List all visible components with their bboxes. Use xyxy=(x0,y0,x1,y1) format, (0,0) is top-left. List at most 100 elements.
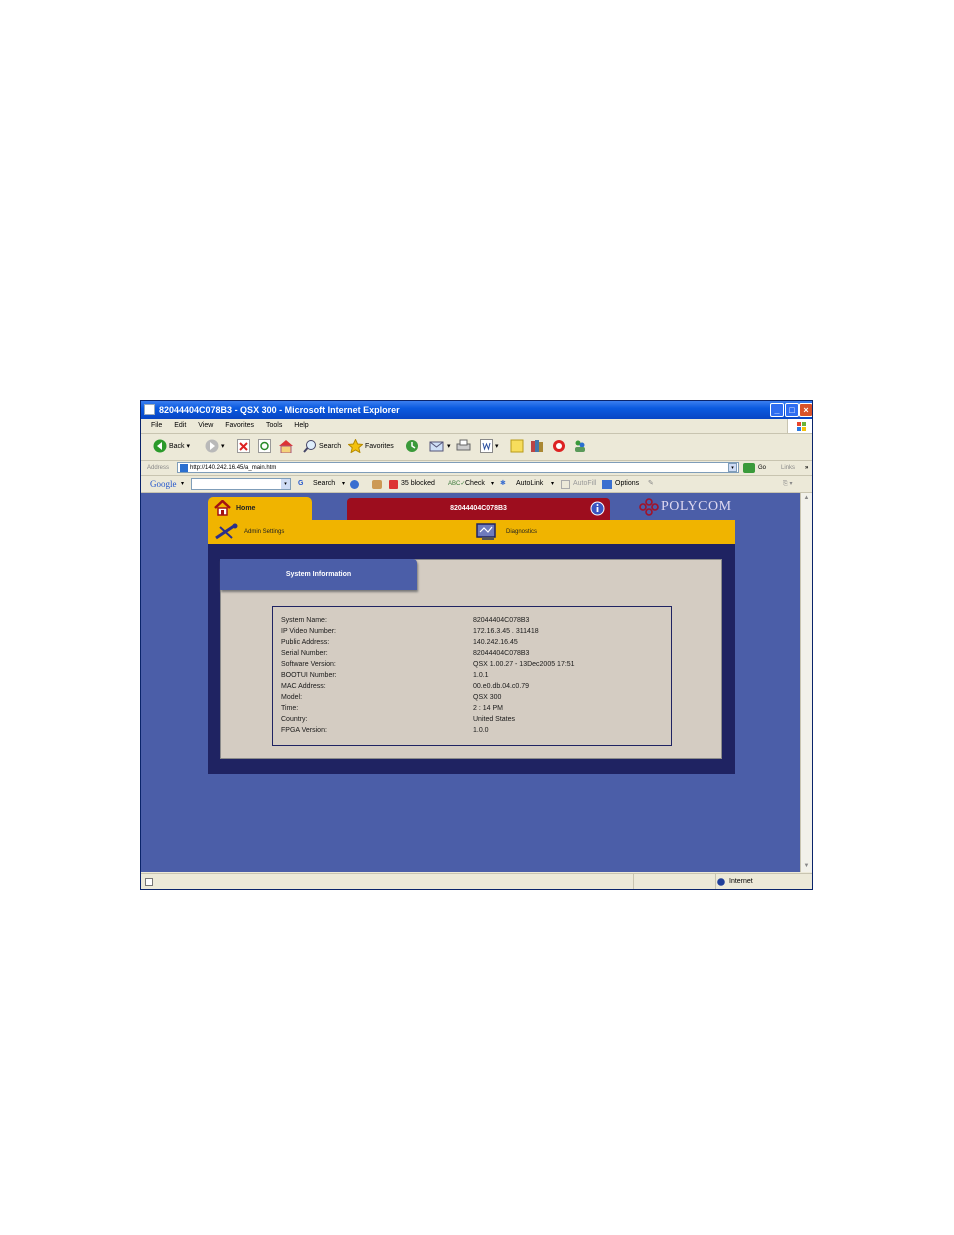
info-label: System Name: xyxy=(281,617,327,624)
scroll-down-icon[interactable]: ▼ xyxy=(801,861,812,872)
menu-favorites[interactable]: Favorites xyxy=(225,422,254,429)
search-dropdown-icon[interactable]: ▾ xyxy=(342,476,345,492)
info-row: Software Version: QSX 1.00.27 - 13Dec2005… xyxy=(281,659,661,670)
check-dropdown-icon[interactable]: ▾ xyxy=(491,476,494,492)
section-tab-system-information[interactable]: System Information xyxy=(220,559,417,590)
printer-icon xyxy=(456,439,471,451)
google-toolbar: Google ▾ ▾ G Search ▾ 35 blocked ABC✓ Ch… xyxy=(141,476,812,493)
links-button[interactable]: Links xyxy=(781,461,795,475)
info-label: Country: xyxy=(281,716,308,723)
autolink-icon: ✱ xyxy=(500,480,506,487)
windows-flag-icon xyxy=(787,419,812,433)
google-logo[interactable]: Google xyxy=(150,476,177,492)
note-button[interactable] xyxy=(510,439,524,455)
forward-arrow-icon xyxy=(205,439,219,453)
favorites-star-icon xyxy=(348,439,363,454)
refresh-icon xyxy=(258,439,271,454)
messenger-red-button[interactable] xyxy=(552,439,566,455)
autofill-button[interactable]: AutoFill xyxy=(573,476,596,492)
back-arrow-icon xyxy=(153,439,167,453)
menu-edit[interactable]: Edit xyxy=(174,422,186,429)
popup-blocked-count[interactable]: 35 blocked xyxy=(401,476,435,492)
autolink-button[interactable]: AutoLink xyxy=(516,476,543,492)
main-panel: System Information System Name: 82044404C… xyxy=(208,544,735,774)
back-button[interactable]: Back ▾ xyxy=(153,439,190,455)
system-info-panel: System Information System Name: 82044404C… xyxy=(220,559,722,759)
google-g-icon: G xyxy=(298,480,304,487)
google-menu-icon[interactable]: ▾ xyxy=(181,476,184,492)
google-search-input[interactable] xyxy=(191,478,291,490)
title-bar[interactable]: 82044404C078B3 - QSX 300 - Microsoft Int… xyxy=(141,401,812,419)
mail-button[interactable]: ▾ xyxy=(429,439,450,455)
info-icon[interactable] xyxy=(590,501,605,516)
menu-view[interactable]: View xyxy=(198,422,213,429)
system-tab-label: 82044404C078B3 xyxy=(450,505,507,512)
autolink-dropdown-icon[interactable]: ▾ xyxy=(551,476,554,492)
mail-icon xyxy=(429,441,444,452)
info-value: 00.e0.db.04.c0.79 xyxy=(473,683,530,690)
vertical-scrollbar[interactable]: ▲ ▼ xyxy=(800,493,812,872)
google-search-button[interactable]: Search xyxy=(313,476,335,492)
polycom-logo: POLYCOM xyxy=(661,499,732,514)
info-value: 82044404C078B3 xyxy=(473,650,530,657)
internet-globe-icon xyxy=(717,878,725,886)
history-button[interactable] xyxy=(405,439,419,455)
messenger-button[interactable] xyxy=(573,439,587,455)
menu-tools[interactable]: Tools xyxy=(266,422,282,429)
status-divider xyxy=(715,874,716,889)
sticky-note-icon xyxy=(510,439,524,453)
scroll-up-icon[interactable]: ▲ xyxy=(801,493,812,504)
zone-label: Internet xyxy=(729,878,753,885)
ie-window: 82044404C078B3 - QSX 300 - Microsoft Int… xyxy=(140,400,813,890)
autofill-icon xyxy=(561,480,570,489)
search-button[interactable]: Search xyxy=(303,439,341,455)
info-label: Public Address: xyxy=(281,639,330,646)
pagerank-icon[interactable] xyxy=(372,480,382,489)
info-label: MAC Address: xyxy=(281,683,326,690)
options-button[interactable]: Options xyxy=(615,476,639,492)
news-globe-icon[interactable] xyxy=(350,480,359,489)
diagnostics-monitor-icon xyxy=(476,523,496,540)
back-label: Back xyxy=(168,443,185,450)
info-label: Time: xyxy=(281,705,299,712)
stop-button[interactable] xyxy=(237,439,250,455)
google-dropdown-icon[interactable]: ▾ xyxy=(281,479,290,489)
print-button[interactable] xyxy=(456,439,471,455)
home-icon xyxy=(214,500,231,516)
minimize-button[interactable]: _ xyxy=(770,403,784,417)
stop-icon xyxy=(237,439,250,454)
address-url: http://140.242.16.45/a_main.htm xyxy=(190,465,277,471)
home-button[interactable] xyxy=(278,439,294,455)
search-magnifier-icon xyxy=(303,440,316,453)
info-row: IP Video Number: 172.16.3.45 . 311418 xyxy=(281,626,661,637)
search-label: Search xyxy=(318,443,342,450)
research-button[interactable] xyxy=(530,439,544,455)
maximize-button[interactable]: □ xyxy=(785,403,799,417)
address-label: Address xyxy=(147,465,170,471)
menu-file[interactable]: File xyxy=(151,422,162,429)
tab-system-name[interactable]: 82044404C078B3 xyxy=(347,498,610,520)
forward-button[interactable]: ▾ xyxy=(205,439,224,455)
address-dropdown-icon[interactable]: ▾ xyxy=(728,463,737,472)
window-title: 82044404C078B3 - QSX 300 - Microsoft Int… xyxy=(159,405,400,415)
refresh-button[interactable] xyxy=(258,439,271,455)
word-edit-icon xyxy=(480,439,493,454)
info-value: 2 : 14 PM xyxy=(473,705,503,712)
check-button[interactable]: Check xyxy=(465,476,485,492)
status-divider xyxy=(633,874,634,889)
edit-button[interactable]: ▾ xyxy=(480,439,498,455)
tab-home[interactable]: Home xyxy=(208,497,312,520)
pencil-icon[interactable]: ✎ xyxy=(648,476,654,492)
go-arrow-icon[interactable] xyxy=(743,463,755,473)
links-more-icon[interactable]: » xyxy=(805,461,808,475)
address-input[interactable]: http://140.242.16.45/a_main.htm xyxy=(177,462,739,473)
go-button[interactable]: Go xyxy=(758,461,766,475)
favorites-button[interactable]: Favorites xyxy=(348,439,394,455)
info-value: 1.0.1 xyxy=(473,672,489,679)
menu-help[interactable]: Help xyxy=(294,422,308,429)
close-button[interactable]: × xyxy=(799,403,812,417)
popup-blocker-icon xyxy=(389,480,398,489)
toolbar-extra-icon[interactable]: ⎘ ▾ xyxy=(783,476,792,492)
nav-bar: Admin Settings Diagnostics xyxy=(208,520,735,544)
info-row: Country: United States xyxy=(281,714,661,725)
